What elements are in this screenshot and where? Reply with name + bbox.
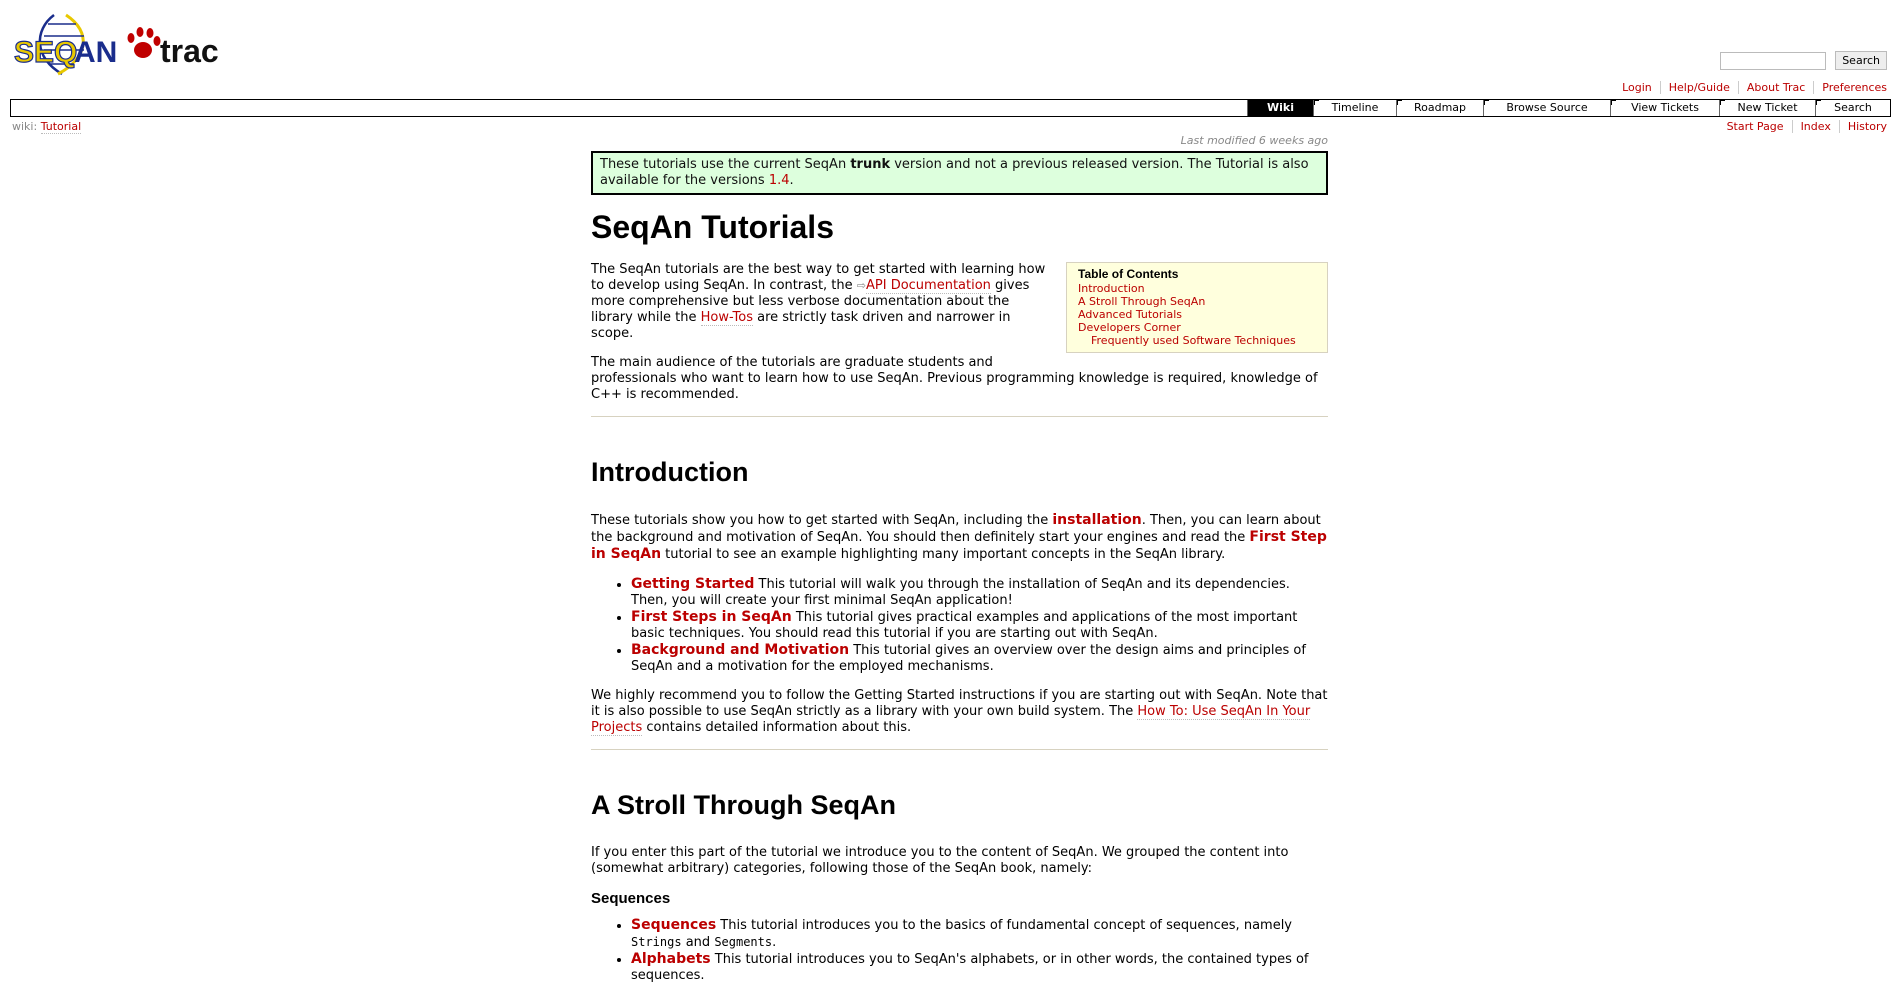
intro-sec-p1-c: tutorial to see an example highlighting …	[661, 547, 1226, 562]
alphabets-link[interactable]: Alphabets	[631, 951, 711, 967]
login-link[interactable]: Login	[1614, 81, 1661, 94]
version-1-4-link[interactable]: 1.4	[769, 173, 790, 188]
list-item: First Steps in SeqAn This tutorial gives…	[631, 609, 1328, 642]
svg-text:AN: AN	[74, 36, 117, 69]
list-item-text: and	[681, 935, 715, 950]
sequences-subheading: Sequences	[591, 890, 671, 907]
installation-link[interactable]: installation	[1052, 512, 1141, 528]
search-form: Search	[1720, 51, 1887, 70]
how-tos-link[interactable]: How-Tos	[700, 310, 753, 326]
code-strings: Strings	[631, 935, 682, 949]
logo-graphic: SEQ AN trac	[13, 13, 219, 76]
toc-item-introduction[interactable]: Introduction	[1078, 282, 1316, 295]
sequences-link[interactable]: Sequences	[631, 917, 716, 933]
stroll-paragraph: If you enter this part of the tutorial w…	[591, 845, 1289, 876]
intro-paragraph-2: The main audience of the tutorials are g…	[591, 355, 1318, 402]
toc-title: Table of Contents	[1078, 267, 1179, 281]
main-nav: Wiki Timeline Roadmap Browse Source View…	[10, 99, 1891, 117]
page-title: SeqAn Tutorials	[591, 209, 834, 245]
tab-timeline[interactable]: Timeline	[1313, 100, 1396, 116]
wiki-content: Last modified 6 weeks ago These tutorial…	[591, 134, 1328, 997]
tab-new-ticket[interactable]: New Ticket	[1719, 100, 1815, 116]
list-item: Alphabets This tutorial introduces you t…	[631, 951, 1328, 984]
context-nav: Start Page Index History	[1719, 120, 1887, 133]
intro-sec-p1-a: These tutorials show you how to get star…	[591, 513, 1053, 528]
list-item-text: This tutorial introduces you to SeqAn's …	[631, 952, 1309, 983]
toc-item-advanced[interactable]: Advanced Tutorials	[1078, 308, 1316, 321]
breadcrumb-prefix: wiki:	[12, 120, 38, 133]
getting-started-link[interactable]: Getting Started	[631, 576, 754, 592]
tab-browse-source[interactable]: Browse Source	[1483, 100, 1610, 116]
history-link[interactable]: History	[1840, 120, 1887, 133]
toc-item-stroll[interactable]: A Stroll Through SeqAn	[1078, 295, 1316, 308]
introduction-paragraph-1: These tutorials show you how to get star…	[591, 512, 1328, 563]
external-link-icon: ⇨	[856, 279, 866, 292]
toc-item-developers[interactable]: Developers Corner	[1078, 321, 1316, 334]
list-item: Getting Started This tutorial will walk …	[631, 576, 1328, 609]
notice-bold: trunk	[850, 157, 891, 172]
intro-sec-p2-b: contains detailed information about this…	[642, 720, 912, 735]
list-item: Sequences This tutorial introduces you t…	[631, 917, 1328, 951]
notice-text-pre: These tutorials use the current SeqAn	[600, 157, 851, 172]
preferences-link[interactable]: Preferences	[1814, 81, 1887, 94]
header: SEQ AN trac Search Login Help/Guide Abou…	[0, 0, 1901, 134]
toc-item-software-techniques[interactable]: Frequently used Software Techniques	[1078, 334, 1316, 347]
introduction-heading: Introduction	[591, 457, 749, 487]
start-page-link[interactable]: Start Page	[1719, 120, 1793, 133]
introduction-paragraph-2: We highly recommend you to follow the Ge…	[591, 688, 1328, 736]
tab-view-tickets[interactable]: View Tickets	[1610, 100, 1719, 116]
index-link[interactable]: Index	[1793, 120, 1840, 133]
stroll-heading: A Stroll Through SeqAn	[591, 790, 896, 820]
list-item-text: This tutorial introduces you to the basi…	[716, 918, 1292, 933]
section-divider	[591, 749, 1328, 750]
about-trac-link[interactable]: About Trac	[1739, 81, 1815, 94]
seqan-trac-logo[interactable]: SEQ AN trac	[13, 10, 236, 80]
search-input[interactable]	[1720, 51, 1827, 70]
breadcrumb-tutorial-link[interactable]: Tutorial	[40, 120, 82, 134]
svg-text:SEQ: SEQ	[14, 36, 77, 69]
table-of-contents: Table of Contents Introduction A Stroll …	[1066, 262, 1328, 353]
tab-roadmap[interactable]: Roadmap	[1396, 100, 1483, 116]
svg-text:trac: trac	[160, 33, 219, 69]
tab-search[interactable]: Search	[1815, 100, 1890, 116]
background-motivation-link[interactable]: Background and Motivation	[631, 642, 849, 658]
list-item-text: .	[772, 935, 777, 950]
notice-text-post: .	[789, 173, 794, 188]
last-modified: Last modified 6 weeks ago	[1180, 134, 1328, 147]
api-documentation-link[interactable]: API Documentation	[866, 278, 991, 294]
tab-wiki[interactable]: Wiki	[1247, 100, 1313, 116]
code-segments: Segments	[714, 935, 773, 949]
section-divider	[591, 416, 1328, 417]
first-steps-link[interactable]: First Steps in SeqAn	[631, 609, 792, 625]
meta-nav: Login Help/Guide About Trac Preferences	[1614, 81, 1887, 94]
introduction-list: Getting Started This tutorial will walk …	[591, 576, 1328, 675]
trunk-notice: These tutorials use the current SeqAn tr…	[591, 151, 1328, 195]
breadcrumb: wiki: Tutorial	[12, 120, 82, 134]
help-guide-link[interactable]: Help/Guide	[1661, 81, 1739, 94]
search-button[interactable]: Search	[1835, 51, 1887, 70]
list-item: Background and Motivation This tutorial …	[631, 642, 1328, 675]
